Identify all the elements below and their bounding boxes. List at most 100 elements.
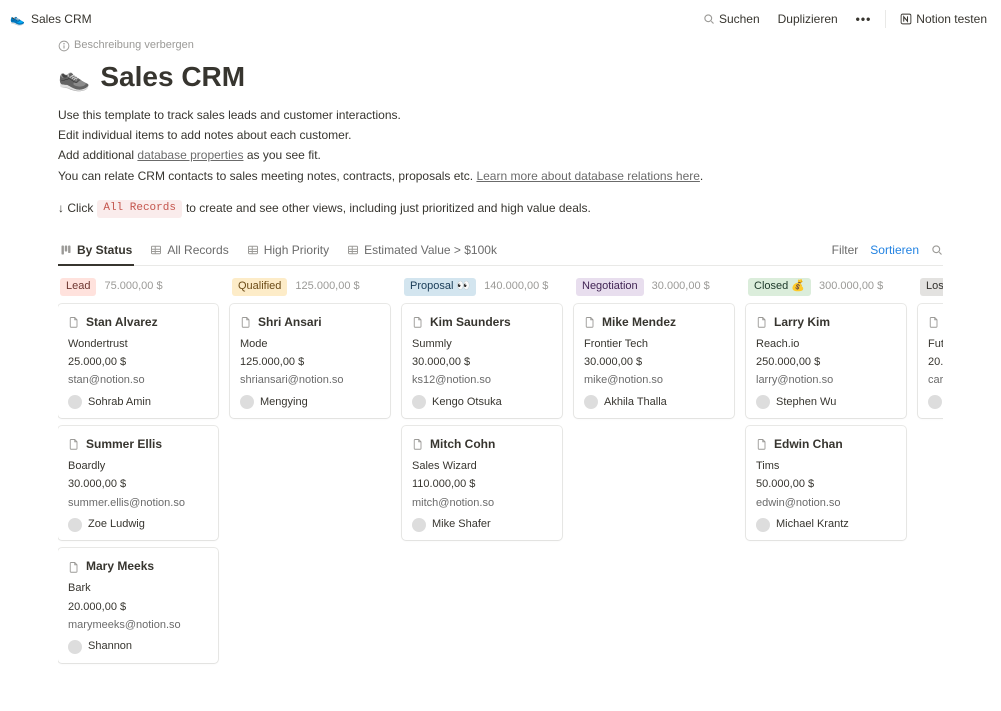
card-title-row: Mike Mendez bbox=[584, 314, 724, 331]
views-controls: Filter Sortieren bbox=[832, 242, 943, 259]
card-value: 20.000,00 $ bbox=[68, 600, 208, 615]
table-icon bbox=[150, 244, 162, 256]
card-owner-row: Mike Shafer bbox=[412, 517, 552, 532]
tab-label: By Status bbox=[77, 242, 132, 259]
board-column: Qualified125.000,00 $Shri AnsariMode125.… bbox=[230, 278, 390, 670]
card-company: Sales Wizard bbox=[412, 459, 552, 474]
card-company: Tims bbox=[756, 459, 896, 474]
card-title-row: Stan Alvarez bbox=[68, 314, 208, 331]
click-prefix: ↓ Click bbox=[58, 200, 93, 217]
hide-desc-label: Beschreibung verbergen bbox=[74, 38, 194, 53]
board-card[interactable]: Mitch CohnSales Wizard110.000,00 $mitch@… bbox=[402, 426, 562, 540]
board-card[interactable]: Kim SaundersSummly30.000,00 $ks12@notion… bbox=[402, 304, 562, 418]
sort-button[interactable]: Sortieren bbox=[870, 242, 919, 259]
card-owner-row: Ryo bbox=[928, 395, 943, 410]
search-icon bbox=[703, 13, 715, 25]
tab-all-records[interactable]: All Records bbox=[148, 236, 230, 267]
card-title: Shri Ansari bbox=[258, 314, 322, 331]
search-button[interactable]: Suchen bbox=[699, 8, 764, 31]
board-column: Negotiation30.000,00 $ Mike Mendez Frontie… bbox=[574, 278, 734, 670]
desc-line-2: Edit individual items to add notes about… bbox=[58, 125, 943, 145]
column-sum: 140.000,00 $ bbox=[484, 279, 548, 294]
board-card[interactable]: Mary MeeksBark20.000,00 $marymeeks@notio… bbox=[58, 548, 218, 662]
card-title: Summer Ellis bbox=[86, 436, 162, 453]
avatar bbox=[584, 395, 598, 409]
tab-est-value[interactable]: Estimated Value > $100k bbox=[345, 236, 499, 267]
card-title: Mitch Cohn bbox=[430, 436, 495, 453]
tab-high-priority[interactable]: High Priority bbox=[245, 236, 331, 267]
page-icon bbox=[756, 316, 768, 328]
page-icon bbox=[68, 561, 80, 573]
more-button[interactable]: ••• bbox=[852, 8, 876, 31]
search-icon[interactable] bbox=[931, 244, 943, 256]
status-pill: Qualified bbox=[232, 278, 287, 295]
tab-label: All Records bbox=[167, 242, 228, 259]
card-title-row: Carrie Duke bbox=[928, 314, 943, 331]
status-pill: Proposal 👀 bbox=[404, 278, 476, 295]
breadcrumb[interactable]: 👟 Sales CRM bbox=[10, 11, 92, 28]
card-title: Kim Saunders bbox=[430, 314, 511, 331]
card-title-row: Kim Saunders bbox=[412, 314, 552, 331]
filter-button[interactable]: Filter bbox=[832, 242, 859, 259]
card-owner-row: Mengying bbox=[240, 395, 380, 410]
page-icon bbox=[412, 438, 424, 450]
board-card[interactable]: Stan Alvarez Wondertrust 25.000,00 $ stan@n… bbox=[58, 304, 218, 418]
card-email: shriansari@notion.so bbox=[240, 373, 380, 388]
info-icon bbox=[58, 40, 70, 52]
card-value: 125.000,00 $ bbox=[240, 355, 380, 370]
board-card[interactable]: Summer EllisBoardly30.000,00 $summer.ell… bbox=[58, 426, 218, 540]
card-owner: Mengying bbox=[260, 395, 308, 410]
page-emoji-icon[interactable]: 👟 bbox=[58, 59, 90, 95]
card-owner-row: Michael Krantz bbox=[756, 517, 896, 532]
column-header[interactable]: Lead75.000,00 $ bbox=[60, 278, 218, 295]
duplicate-button[interactable]: Duplizieren bbox=[774, 8, 842, 31]
avatar bbox=[68, 395, 82, 409]
hide-description-toggle[interactable]: Beschreibung verbergen bbox=[58, 38, 943, 53]
card-owner-row: Sohrab Amin bbox=[68, 395, 208, 410]
card-email: stan@notion.so bbox=[68, 373, 208, 388]
card-email: carrie@notion.so bbox=[928, 373, 943, 388]
board-card[interactable]: Edwin ChanTims50.000,00 $edwin@notion.so… bbox=[746, 426, 906, 540]
tab-by-status[interactable]: By Status bbox=[58, 236, 134, 267]
board-card[interactable]: Mike MendezFrontier Tech30.000,00 $mike@… bbox=[574, 304, 734, 418]
breadcrumb-title: Sales CRM bbox=[31, 11, 92, 28]
db-properties-link[interactable]: database properties bbox=[137, 148, 243, 162]
views-row: By Status All Records High Priority Esti… bbox=[58, 236, 943, 267]
avatar bbox=[756, 395, 770, 409]
page-description[interactable]: Use this template to track sales leads a… bbox=[58, 105, 943, 187]
page-title[interactable]: Sales CRM bbox=[100, 57, 245, 96]
card-company: Bark bbox=[68, 581, 208, 596]
avatar bbox=[412, 395, 426, 409]
card-company: Frontier Tech bbox=[584, 337, 724, 352]
column-header[interactable]: Lost20.000,00 $ bbox=[920, 278, 943, 295]
db-relations-link[interactable]: Learn more about database relations here bbox=[476, 169, 699, 183]
card-company: Reach.io bbox=[756, 337, 896, 352]
card-company: Wondertrust bbox=[68, 337, 208, 352]
board-column: Lost20.000,00 $ Carrie DukeFuture Labs20.… bbox=[918, 278, 943, 670]
column-header[interactable]: Negotiation30.000,00 $ bbox=[576, 278, 734, 295]
status-pill: Negotiation bbox=[576, 278, 644, 295]
card-email: larry@notion.so bbox=[756, 373, 896, 388]
card-email: marymeeks@notion.so bbox=[68, 618, 208, 633]
page-icon bbox=[68, 438, 80, 450]
column-header[interactable]: Proposal 👀 140.000,00 $ bbox=[404, 278, 562, 295]
all-records-code: All Records bbox=[97, 200, 182, 217]
card-value: 110.000,00 $ bbox=[412, 477, 552, 492]
views-tabs: By Status All Records High Priority Esti… bbox=[58, 236, 499, 266]
card-value: 25.000,00 $ bbox=[68, 355, 208, 370]
page: Beschreibung verbergen 👟 Sales CRM Use t… bbox=[0, 38, 1001, 711]
column-header[interactable]: Closed 💰300.000,00 $ bbox=[748, 278, 906, 295]
tab-label: High Priority bbox=[264, 242, 329, 259]
column-header[interactable]: Qualified 125.000,00 $ bbox=[232, 278, 390, 295]
column-sum: 125.000,00 $ bbox=[295, 279, 359, 294]
desc-line-4: You can relate CRM contacts to sales mee… bbox=[58, 166, 943, 186]
page-icon bbox=[928, 316, 940, 328]
kanban-board: Lead75.000,00 $ Stan Alvarez Wondertrust 25… bbox=[58, 278, 943, 680]
page-icon bbox=[412, 316, 424, 328]
card-title: Stan Alvarez bbox=[86, 314, 158, 331]
board-card[interactable]: Shri AnsariMode125.000,00 $shriansari@no… bbox=[230, 304, 390, 418]
board-card[interactable]: Larry KimReach.io250.000,00 $larry@notio… bbox=[746, 304, 906, 418]
board-card[interactable]: Carrie DukeFuture Labs20.000,00 $carrie@… bbox=[918, 304, 943, 418]
card-email: ks12@notion.so bbox=[412, 373, 552, 388]
try-notion-button[interactable]: Notion testen bbox=[896, 8, 991, 31]
